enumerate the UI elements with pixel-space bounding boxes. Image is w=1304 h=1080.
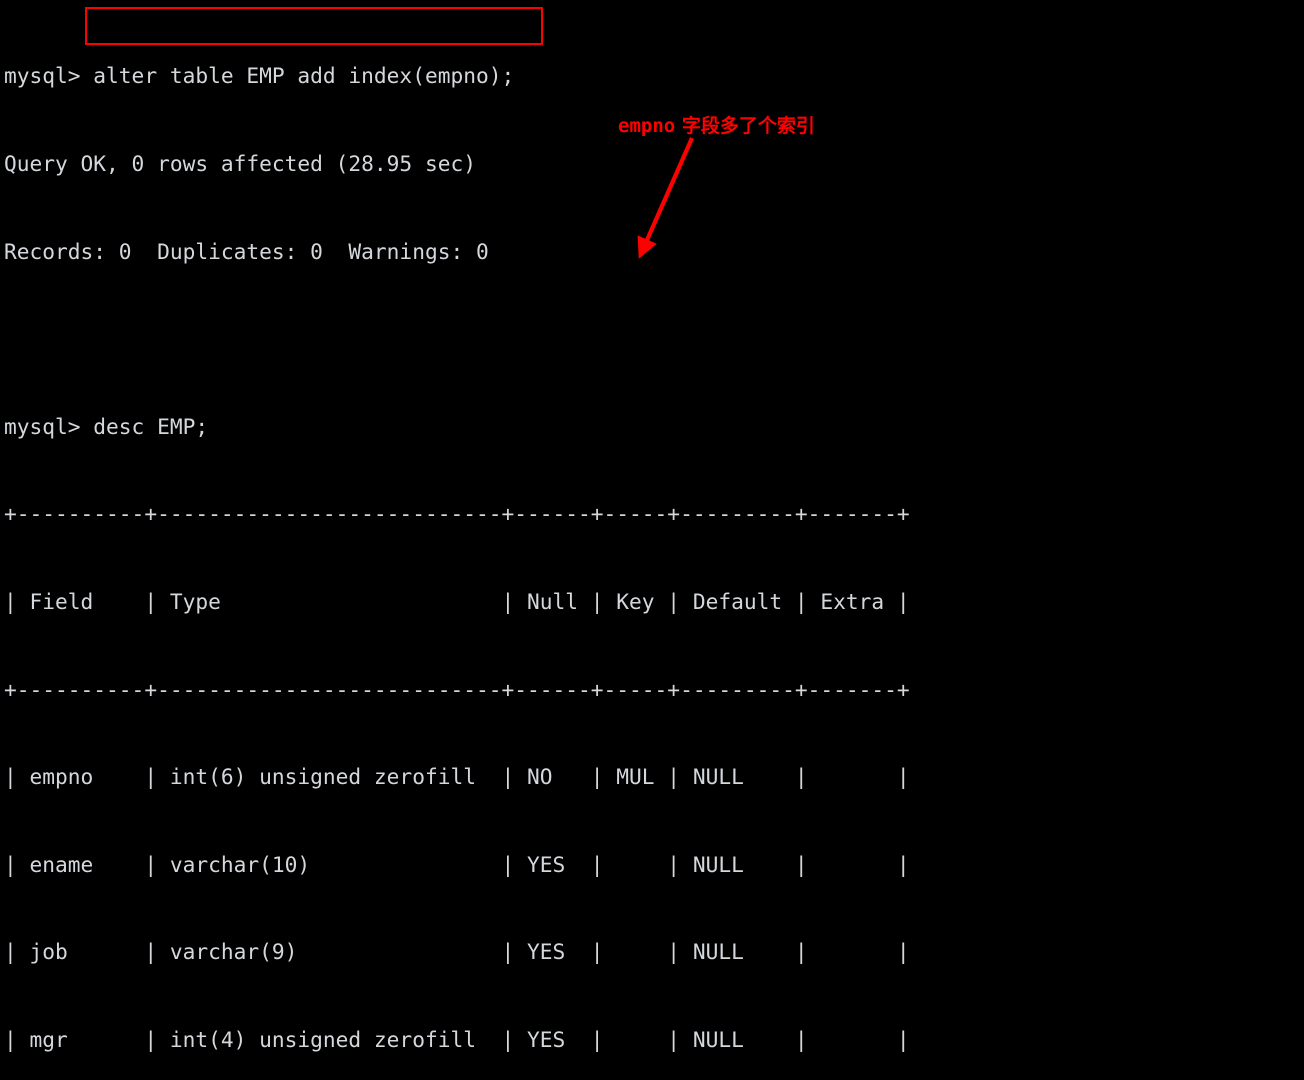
terminal-line: Records: 0 Duplicates: 0 Warnings: 0 <box>4 238 489 264</box>
terminal-line: mysql> desc EMP; <box>4 413 209 439</box>
terminal-window: mysql> alter table EMP add index(empno);… <box>0 0 1304 1052</box>
table-separator-top: +----------+---------------------------+… <box>4 501 910 527</box>
annotation-label: empno 字段多了个索引 <box>618 111 815 138</box>
terminal-line: mysql> alter table EMP add index(empno); <box>4 63 515 89</box>
table-header-row: | Field | Type | Null | Key | Default | … <box>4 588 910 614</box>
terminal-output[interactable]: mysql> alter table EMP add index(empno);… <box>4 3 910 1080</box>
terminal-line: Query OK, 0 rows affected (28.95 sec) <box>4 151 476 176</box>
table-row: | ename | varchar(10) | YES | | NULL | | <box>4 851 910 877</box>
table-row: | empno | int(6) unsigned zerofill | NO … <box>4 764 910 790</box>
table-row: | job | varchar(9) | YES | | NULL | | <box>4 939 910 965</box>
annotation-cjk-text: 字段多了个索引 <box>675 115 815 137</box>
table-separator-header: +----------+---------------------------+… <box>4 676 910 702</box>
annotation-latin-text: empno <box>618 115 676 137</box>
table-row: | mgr | int(4) unsigned zerofill | YES |… <box>4 1026 910 1052</box>
